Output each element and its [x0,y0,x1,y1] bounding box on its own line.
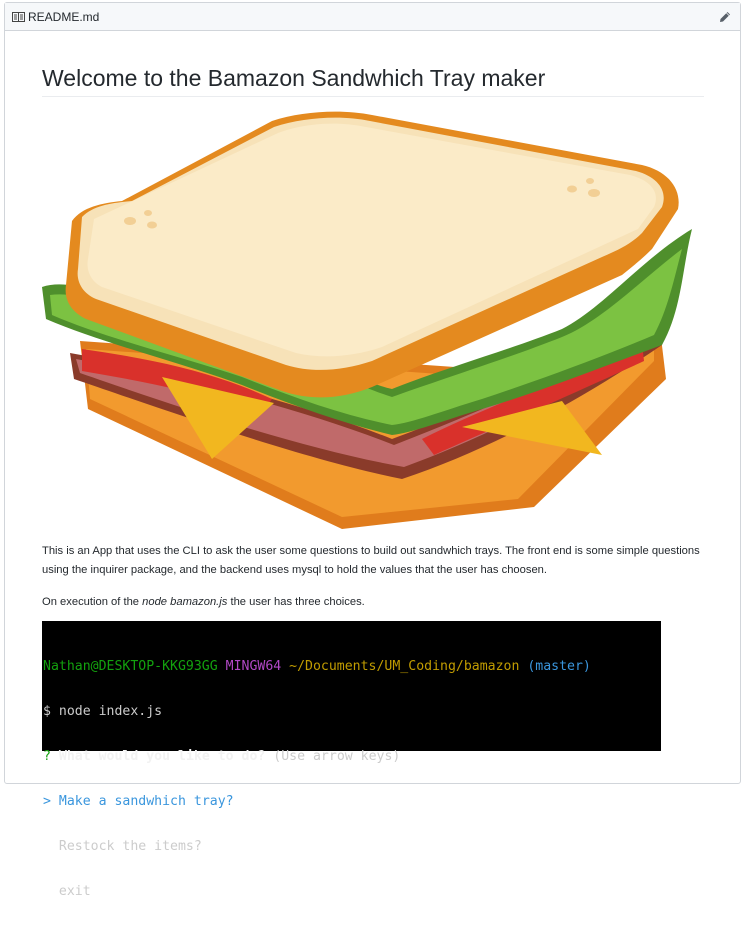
description-paragraph: This is an App that uses the CLI to ask … [42,545,700,576]
terminal-dollar: $ [43,704,51,719]
sandwich-illustration [42,111,692,529]
terminal-option-label: Restock the items? [58,839,202,854]
pencil-icon[interactable] [718,10,732,24]
execution-suffix: the user has three choices. [227,596,365,608]
terminal-option: exit [43,884,661,899]
terminal-user: Nathan@DESKTOP-KKG93GG [43,659,218,674]
terminal-branch: (master) [527,659,591,674]
terminal-question-line: ? What would you like to do? (Use arrow … [43,749,661,764]
terminal-path: ~/Documents/UM_Coding/bamazon [289,659,520,674]
terminal-question-mark: ? [43,749,51,764]
execution-command: node bamazon.js [142,596,228,608]
readme-content: Welcome to the Bamazon Sandwhich Tray ma… [42,31,704,899]
book-icon [12,11,25,23]
readme-header: README.md [5,3,740,31]
execution-prefix: On execution of the [42,596,143,608]
terminal-command: node index.js [58,704,163,719]
terminal-option-selected: > Make a sandwhich tray? [43,794,661,809]
terminal-screenshot: Nathan@DESKTOP-KKG93GG MINGW64 ~/Documen… [42,621,661,899]
terminal-option-label: exit [58,884,91,899]
terminal-prompt-line: Nathan@DESKTOP-KKG93GG MINGW64 ~/Documen… [43,659,661,674]
execution-paragraph: On execution of the node bamazon.js the … [42,593,702,612]
terminal-caret: > [43,794,51,809]
terminal-option: Make a sandwhich tray? [58,794,234,809]
terminal-command-line: $ node index.js [43,704,661,719]
terminal-question: What would you like to do? [58,749,266,764]
readme-box: README.md Welcome to the Bamazon Sandwhi… [4,2,741,899]
terminal-option: Restock the items? [43,839,661,854]
terminal-hint: (Use arrow keys) [273,749,401,764]
file-name[interactable]: README.md [28,10,99,24]
page-title: Welcome to the Bamazon Sandwhich Tray ma… [42,63,704,97]
terminal-env: MINGW64 [225,659,282,674]
